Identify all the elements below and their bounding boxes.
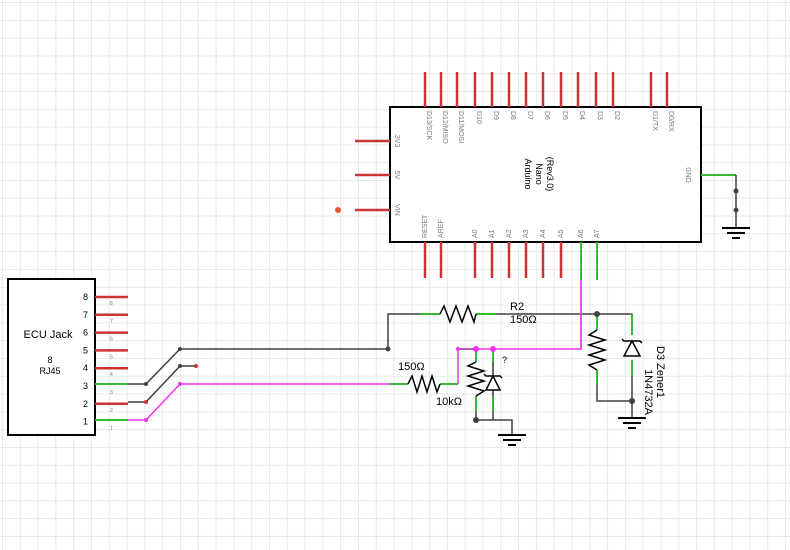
ecu-pin-number: 4: [83, 363, 88, 373]
r-a7-resistor[interactable]: [586, 329, 608, 371]
ecu-pin-sub: 3: [110, 390, 113, 396]
pin-label-top: D8: [509, 111, 516, 120]
ecu-pin-sub: 2: [110, 408, 113, 414]
pin-label-top: D3: [596, 111, 603, 120]
ecu-pin-sub: 6: [110, 337, 113, 343]
pin-label-top: D11/MOSI: [457, 111, 464, 143]
pin-label-top: D2: [613, 111, 620, 120]
r-left-resistor[interactable]: 150Ω: [398, 361, 441, 395]
ground-right: [722, 175, 750, 239]
pin-label-bottom: RESET: [422, 214, 429, 238]
pin-label-top: D12/MISO: [441, 111, 448, 144]
ground-d3: [618, 417, 646, 429]
arduino-name-1: Arduino: [523, 158, 533, 189]
pin-label-bottom: A0: [472, 229, 479, 238]
arduino-name-3: (Rev3.0): [545, 157, 555, 192]
ecu-sub1: 8: [47, 355, 52, 365]
pin-label-bottom: AREF: [438, 219, 445, 238]
schematic-canvas: Arduino Nano (Rev3.0) D13/SCK D12/MISO D11…: [0, 0, 790, 550]
green-wires: [95, 242, 633, 421]
gnd-pin-label: GND: [684, 167, 691, 183]
pin-label-bottom: A6: [578, 229, 585, 238]
ecu-jack[interactable]: ECU Jack 8 RJ45 8 8 7 7 6 6 5 5 4 4 3 3 2 2 1 1: [7, 278, 128, 436]
pin-label-top: D5: [561, 111, 568, 120]
arduino-left-pins: 3V3 5V VIN: [355, 135, 400, 216]
pin-label-left: VIN: [393, 204, 400, 216]
r-left-value: 150Ω: [398, 361, 425, 373]
ecu-sub2: RJ45: [39, 366, 60, 376]
pin-label-left: 5V: [393, 171, 400, 180]
pin-label-bottom: A2: [506, 229, 513, 238]
r-10k-value: 10kΩ: [436, 396, 462, 408]
ecu-pin-number: 1: [83, 417, 88, 427]
arduino-name-2: Nano: [534, 163, 544, 185]
d3-part: 1N4732A: [642, 369, 654, 416]
pin-label-bottom: A3: [523, 229, 530, 238]
ground-mid: [498, 434, 526, 446]
pin-label-bottom: A5: [558, 229, 565, 238]
dark-wires: [128, 313, 633, 435]
pin-label-top: D1/TX: [651, 111, 658, 131]
r2-value: 150Ω: [510, 314, 537, 326]
ecu-title: ECU Jack: [24, 329, 73, 341]
pin-label-top: D0/RX: [667, 111, 674, 132]
schematic: Arduino Nano (Rev3.0) D13/SCK D12/MISO D11…: [7, 72, 750, 446]
ecu-pin-number: 2: [83, 399, 88, 409]
ecu-pin-sub: 7: [110, 319, 113, 325]
ecu-pin-number: 6: [83, 328, 88, 338]
pin-label-left: 3V3: [393, 135, 400, 148]
zener-d3[interactable]: D3 Zener1 1N4732A: [621, 338, 666, 416]
pin-label-bottom: A7: [594, 229, 601, 238]
zener-small[interactable]: ?: [483, 355, 507, 396]
d3-label: D3 Zener1: [654, 346, 666, 398]
ecu-pin-number: 7: [83, 310, 88, 320]
pin-label-top: D10: [475, 111, 482, 124]
r2-label: R2: [510, 301, 524, 313]
pin-label-top: D9: [492, 111, 499, 120]
ecu-pin-number: 8: [83, 292, 88, 302]
arduino-nano[interactable]: Arduino Nano (Rev3.0) D13/SCK D12/MISO D11…: [355, 72, 736, 278]
zener-small-label: ?: [502, 355, 507, 365]
ecu-pin-sub: 8: [110, 301, 113, 307]
pin-label-top: D7: [526, 111, 533, 120]
ecu-pin-number: 3: [83, 381, 88, 391]
pin-label-top: D6: [543, 111, 550, 120]
ecu-pin-number: 5: [83, 345, 88, 355]
pin-label-bottom: A4: [540, 229, 547, 238]
pin-label-bottom: A1: [489, 229, 496, 238]
ecu-pin-sub: 4: [110, 372, 113, 378]
pin-label-top: D4: [578, 111, 585, 120]
ecu-pin-sub: 1: [110, 426, 113, 432]
pin-label-top: D13/SCK: [425, 111, 432, 141]
ecu-pin-sub: 5: [110, 354, 113, 360]
